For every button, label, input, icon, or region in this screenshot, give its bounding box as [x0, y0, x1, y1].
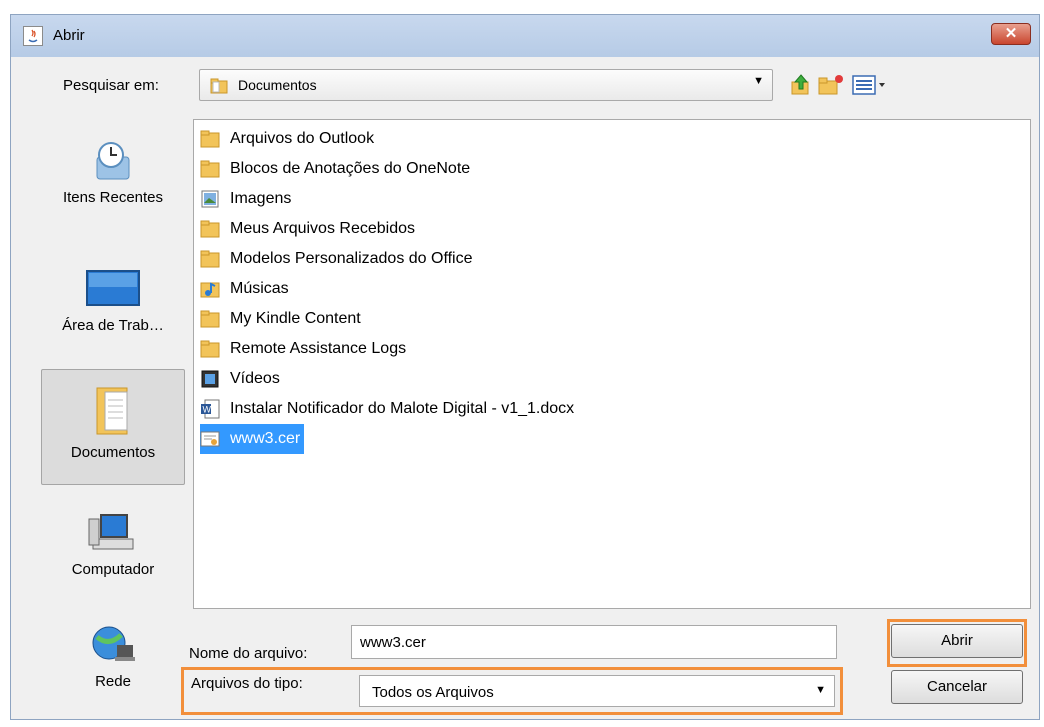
- place-recent-items[interactable]: Itens Recentes: [41, 139, 185, 229]
- file-name: Remote Assistance Logs: [230, 340, 407, 357]
- places-bar: Itens Recentes Área de Trab… Documentos …: [29, 119, 189, 719]
- list-item[interactable]: Blocos de Anotações do OneNote: [200, 154, 472, 184]
- recent-items-icon: [96, 142, 130, 180]
- list-item-selected[interactable]: www3.cer: [200, 424, 305, 454]
- place-network[interactable]: Rede: [41, 623, 185, 703]
- list-item[interactable]: My Kindle Content: [200, 304, 363, 334]
- folder-icon: [200, 160, 220, 178]
- file-name: Vídeos: [230, 370, 280, 387]
- documents-icon: [96, 387, 128, 435]
- file-name: Músicas: [230, 280, 289, 297]
- file-name: Modelos Personalizados do Office: [230, 250, 473, 267]
- list-item[interactable]: Arquivos do Outlook: [200, 124, 376, 154]
- file-name: www3.cer: [228, 428, 303, 450]
- file-list[interactable]: Arquivos do Outlook Blocos de Anotações …: [193, 119, 1031, 609]
- file-type-combo[interactable]: Todos os Arquivos ▼: [359, 675, 835, 707]
- file-name: Imagens: [230, 190, 292, 207]
- file-name-input[interactable]: [351, 625, 837, 659]
- view-menu-button[interactable]: [851, 73, 893, 97]
- file-type-label: Arquivos do tipo:: [191, 675, 303, 692]
- list-item[interactable]: Vídeos: [200, 364, 282, 394]
- file-name: Meus Arquivos Recebidos: [230, 220, 415, 237]
- music-folder-icon: [200, 282, 220, 298]
- file-type-value: Todos os Arquivos: [372, 684, 494, 701]
- folder-icon: [200, 340, 220, 358]
- up-one-level-button[interactable]: [789, 73, 813, 97]
- list-item[interactable]: Músicas: [200, 274, 291, 304]
- open-button[interactable]: Abrir: [891, 624, 1023, 658]
- look-in-combo[interactable]: Documentos ▼: [199, 69, 773, 101]
- list-item[interactable]: Imagens: [200, 184, 293, 214]
- java-app-icon: [23, 26, 43, 46]
- file-name: Instalar Notificador do Malote Digital -…: [230, 400, 575, 417]
- file-name: Arquivos do Outlook: [230, 130, 375, 147]
- place-label: Computador: [71, 561, 155, 578]
- dialog-title: Abrir: [53, 27, 85, 44]
- list-item[interactable]: W Instalar Notificador do Malote Digital…: [200, 394, 576, 424]
- place-computer[interactable]: Computador: [41, 511, 185, 591]
- network-icon: [92, 626, 135, 661]
- file-name: Blocos de Anotações do OneNote: [230, 160, 471, 177]
- videos-folder-icon: [201, 370, 219, 388]
- chevron-down-icon[interactable]: ▼: [753, 75, 764, 87]
- place-desktop[interactable]: Área de Trab…: [41, 267, 185, 351]
- open-dialog: Abrir ✕ Pesquisar em: Documentos ▼ Itens…: [10, 14, 1040, 720]
- file-name: My Kindle Content: [230, 310, 361, 327]
- folder-icon: [210, 77, 228, 99]
- chevron-down-icon[interactable]: ▼: [815, 684, 826, 696]
- place-label: Documentos: [70, 444, 156, 461]
- new-folder-button[interactable]: [817, 73, 845, 97]
- certificate-icon: [200, 431, 220, 447]
- place-documents[interactable]: Documentos: [41, 369, 185, 485]
- up-folder-icon: [791, 74, 809, 95]
- pictures-folder-icon: [201, 190, 219, 208]
- computer-icon: [88, 514, 134, 550]
- folder-icon: [200, 310, 220, 328]
- close-button[interactable]: ✕: [991, 23, 1031, 45]
- svg-text:W: W: [203, 405, 212, 415]
- title-bar[interactable]: Abrir ✕: [11, 15, 1039, 57]
- place-label: Área de Trab…: [62, 317, 164, 334]
- word-document-icon: W: [201, 399, 220, 419]
- folder-icon: [200, 220, 220, 238]
- list-item[interactable]: Remote Assistance Logs: [200, 334, 408, 364]
- list-view-icon: [852, 75, 885, 95]
- cancel-button[interactable]: Cancelar: [891, 670, 1023, 704]
- look-in-label: Pesquisar em:: [63, 77, 159, 94]
- folder-icon: [200, 130, 220, 148]
- list-item[interactable]: Meus Arquivos Recebidos: [200, 214, 417, 244]
- place-label: Itens Recentes: [62, 189, 164, 206]
- look-in-value: Documentos: [238, 77, 317, 93]
- place-label: Rede: [95, 673, 131, 690]
- list-item[interactable]: Modelos Personalizados do Office: [200, 244, 475, 274]
- file-name-label: Nome do arquivo:: [189, 645, 308, 662]
- new-folder-icon: [818, 75, 843, 95]
- desktop-icon: [86, 270, 140, 306]
- folder-icon: [200, 250, 220, 268]
